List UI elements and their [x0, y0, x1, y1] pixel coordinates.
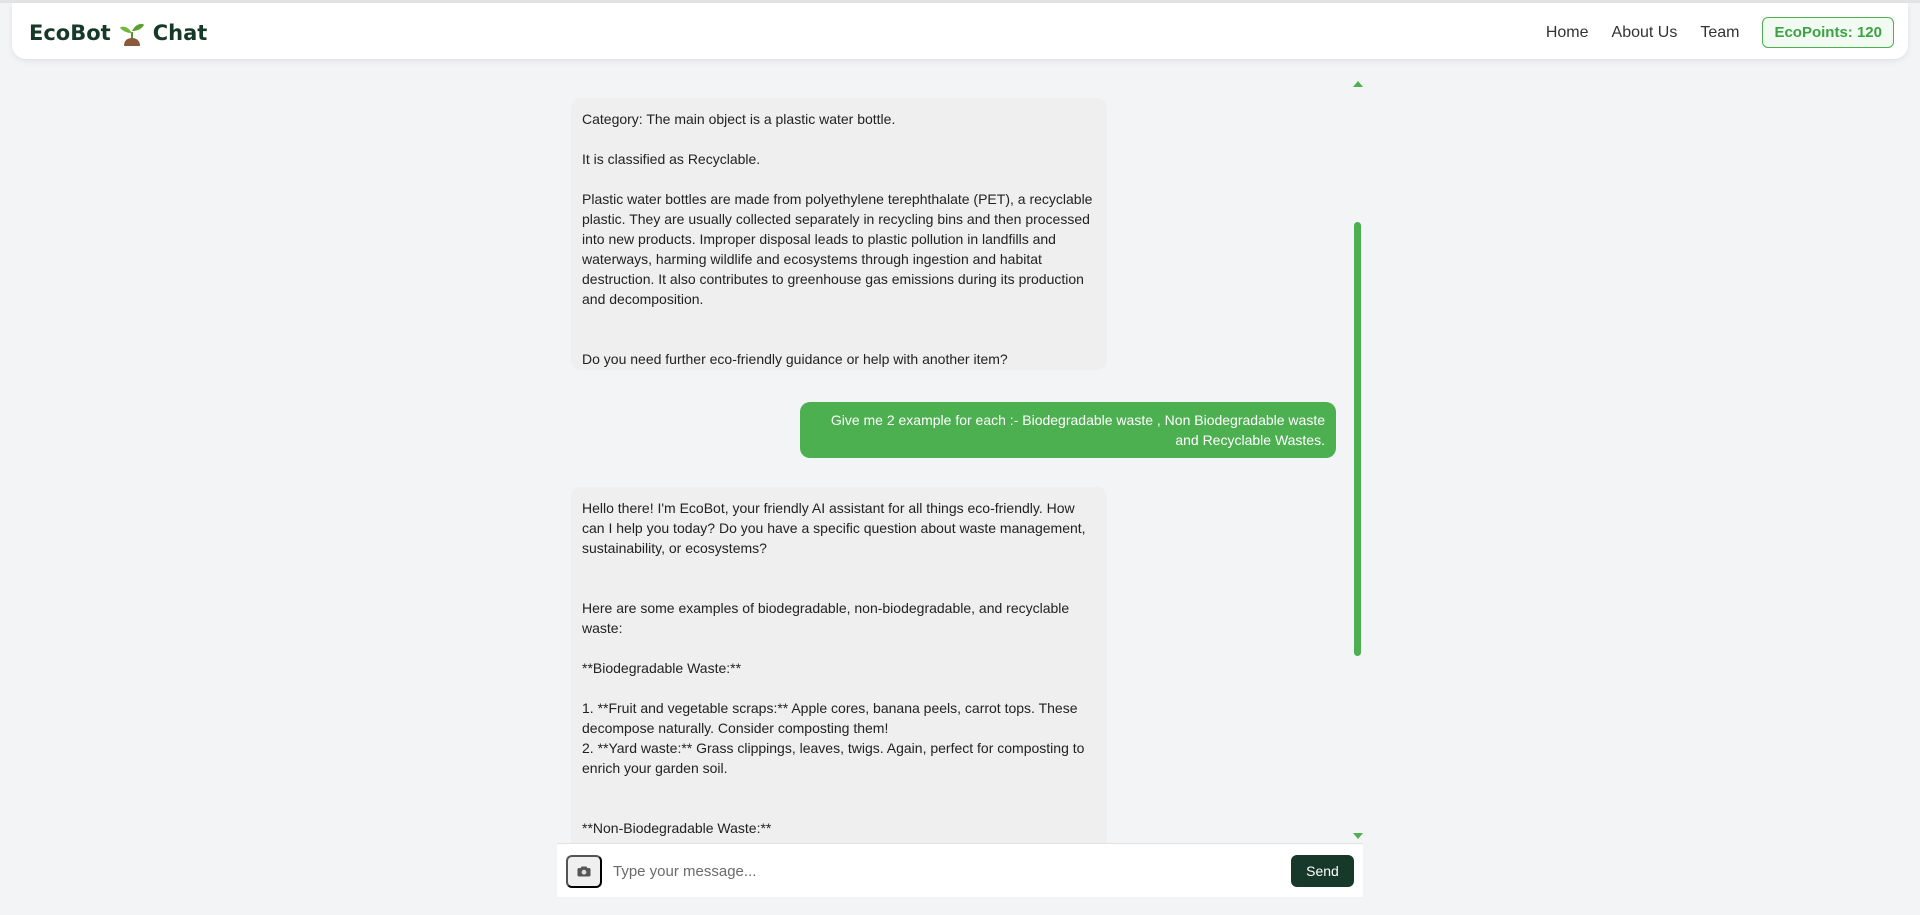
scroll-up-arrow-icon[interactable]	[1353, 81, 1363, 87]
bot-message: Hello there! I'm EcoBot, your friendly A…	[571, 487, 1107, 843]
chat-scrollbar[interactable]	[1352, 78, 1363, 842]
nav-links: Home About Us Team EcoPoints: 120	[1546, 17, 1894, 48]
scrollbar-thumb[interactable]	[1354, 222, 1361, 656]
chat-messages[interactable]: Category: The main object is a plastic w…	[557, 75, 1363, 843]
camera-upload-button[interactable]	[566, 855, 602, 888]
nav-home-link[interactable]: Home	[1546, 24, 1589, 42]
sprout-icon	[117, 19, 147, 47]
brand-logo[interactable]: EcoBot Chat	[29, 19, 207, 47]
message-input[interactable]	[613, 856, 1273, 886]
ecopoints-badge: EcoPoints: 120	[1762, 17, 1894, 48]
bot-message: Category: The main object is a plastic w…	[571, 98, 1107, 370]
camera-icon	[577, 866, 591, 877]
scroll-down-arrow-icon[interactable]	[1353, 833, 1363, 839]
nav-about-link[interactable]: About Us	[1612, 24, 1678, 42]
nav-team-link[interactable]: Team	[1700, 24, 1739, 42]
user-message: Give me 2 example for each :- Biodegrada…	[800, 402, 1336, 458]
message-composer: Send	[557, 843, 1363, 897]
brand-suffix: Chat	[152, 21, 208, 45]
brand-name: EcoBot	[29, 21, 111, 45]
navbar: EcoBot Chat Home About Us Team EcoPoints…	[12, 3, 1908, 59]
send-button[interactable]: Send	[1291, 855, 1354, 887]
